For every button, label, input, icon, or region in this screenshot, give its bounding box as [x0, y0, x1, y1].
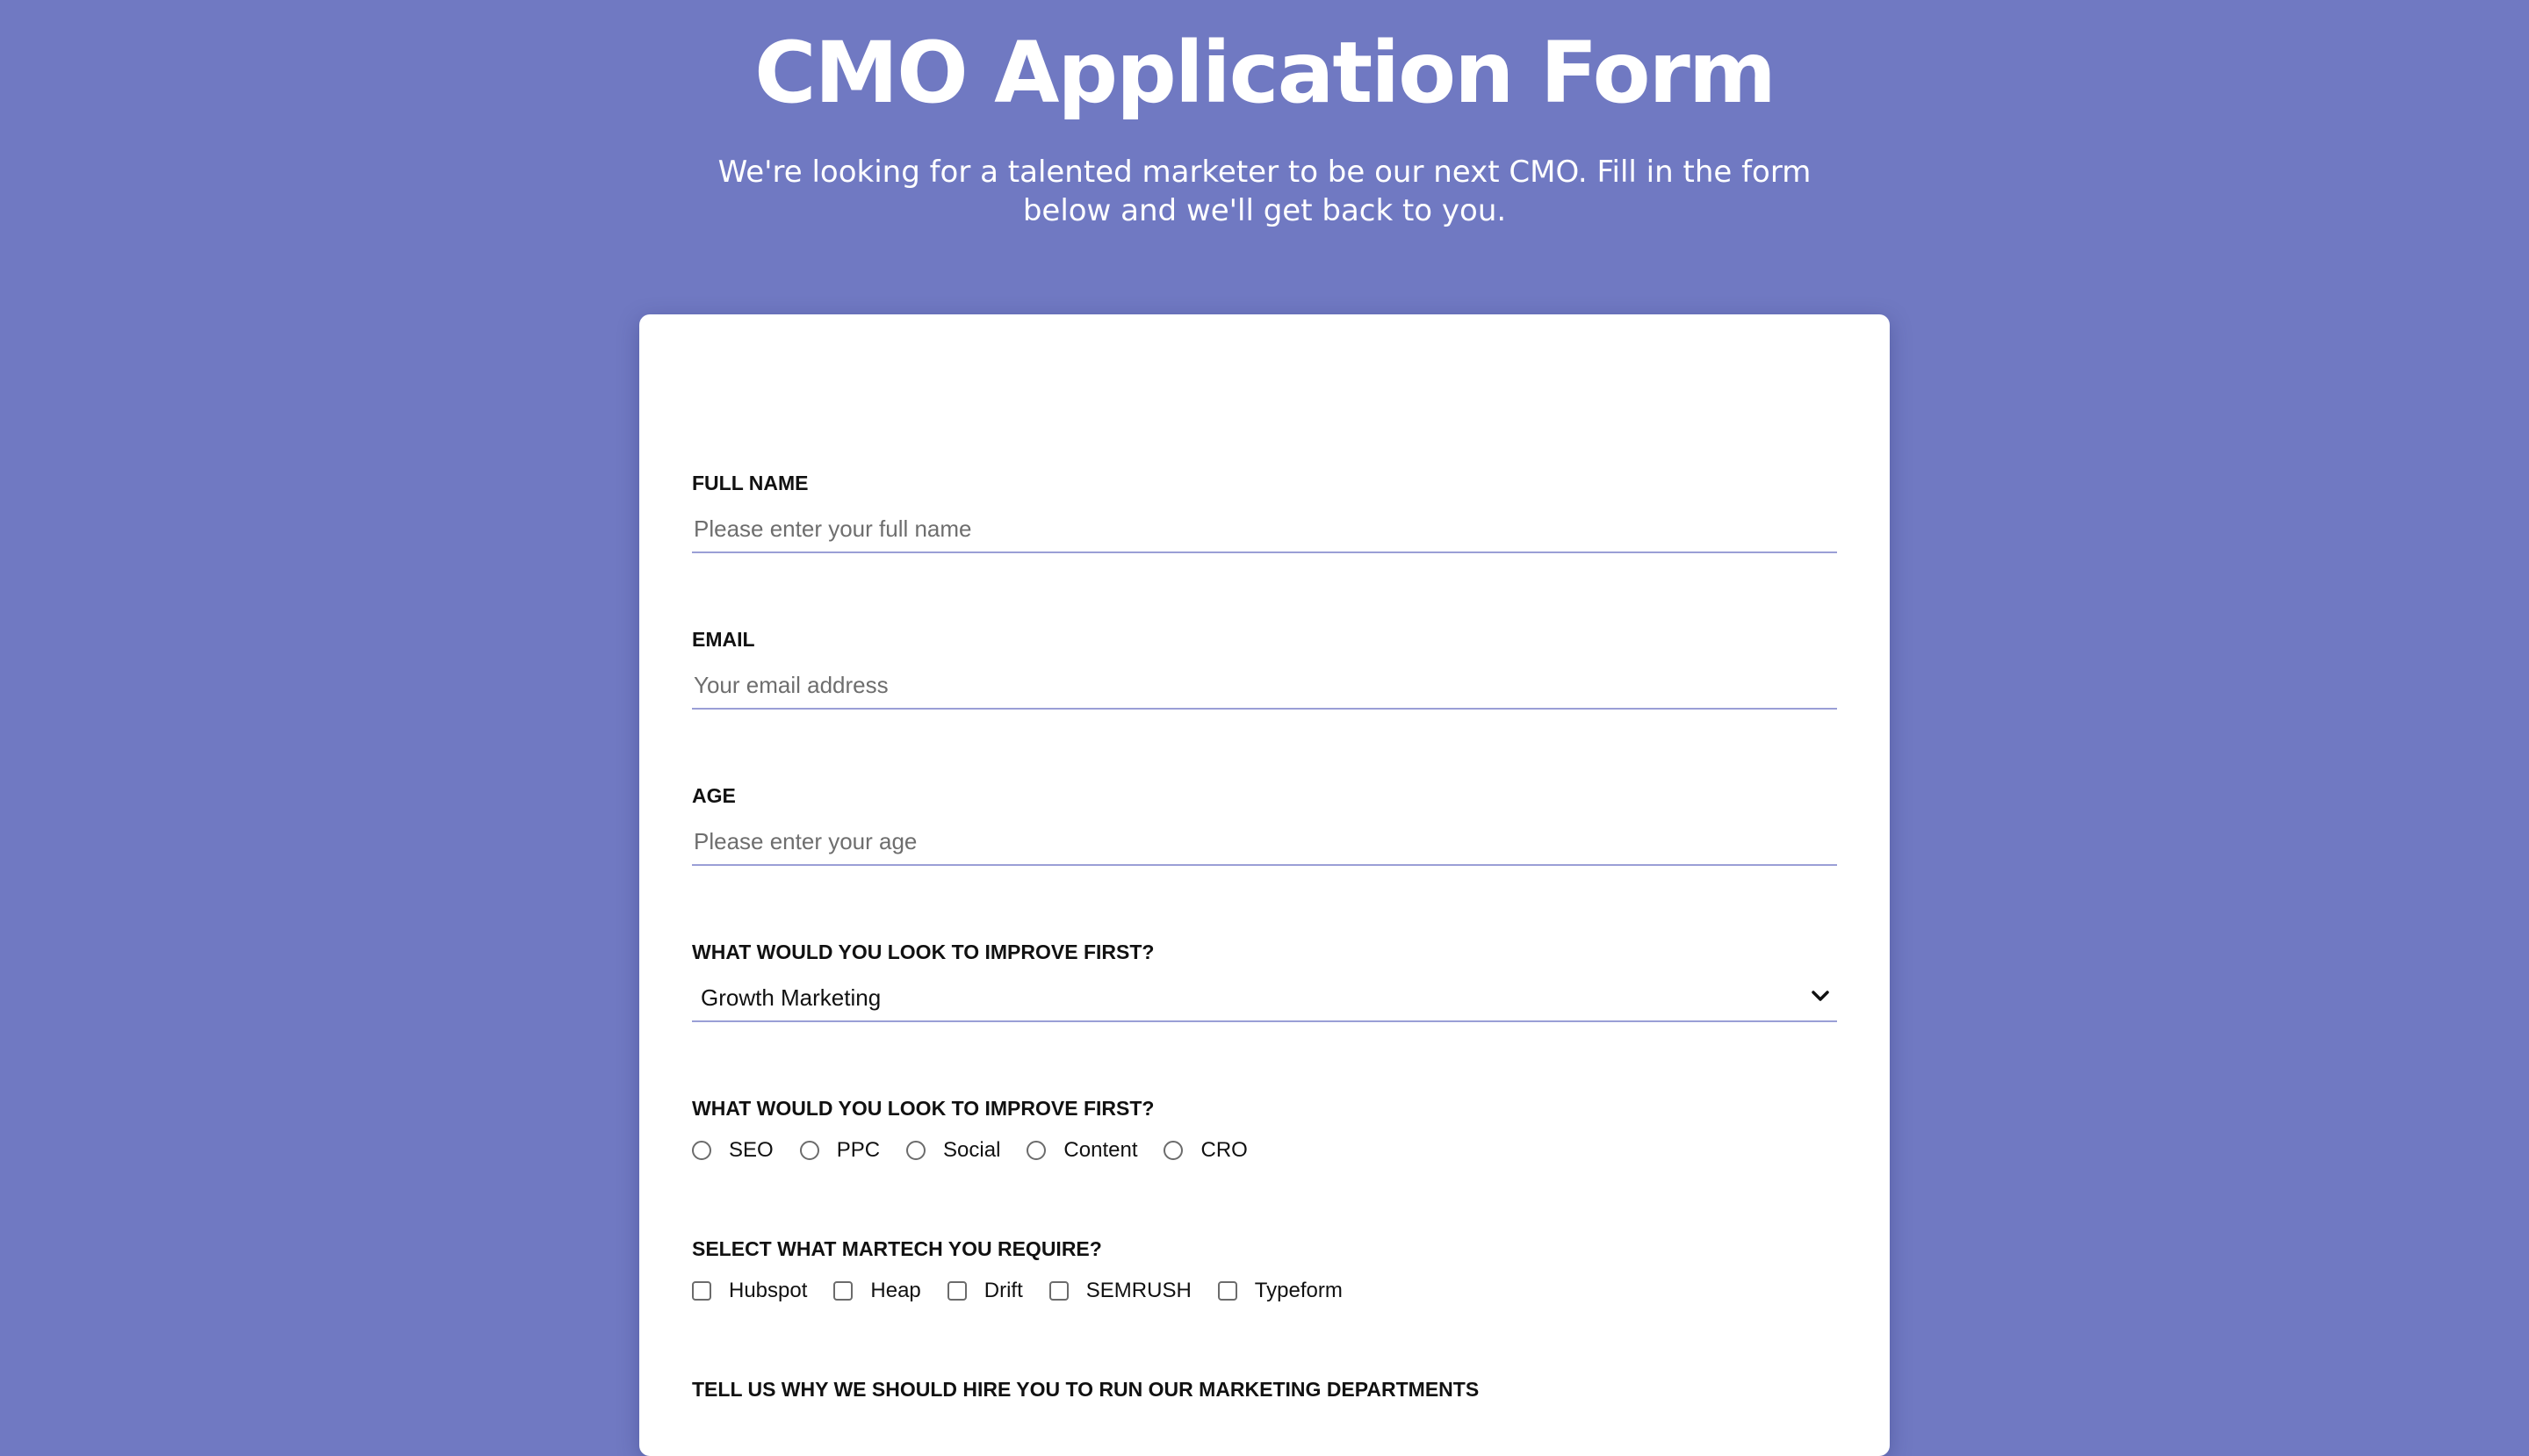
- checkbox-option-hubspot[interactable]: Hubspot: [692, 1279, 807, 1303]
- checkbox-option-label: Drift: [984, 1279, 1023, 1302]
- checkbox[interactable]: [692, 1281, 711, 1301]
- why-hire-label: TELL US WHY WE SHOULD HIRE YOU TO RUN OU…: [692, 1378, 1480, 1401]
- checkbox-option-label: SEMRUSH: [1085, 1279, 1192, 1302]
- page-title: CMO Application Form: [754, 24, 1776, 122]
- radio-button[interactable]: [692, 1141, 711, 1160]
- martech-checkbox-group: Hubspot Heap Drift SEMRUSH Typeform: [692, 1278, 1837, 1304]
- improve-radio-label: WHAT WOULD YOU LOOK TO IMPROVE FIRST?: [692, 1097, 1155, 1120]
- martech-label: SELECT WHAT MARTECH YOU REQUIRE?: [692, 1237, 1102, 1260]
- radio-option-seo[interactable]: SEO: [692, 1138, 774, 1163]
- checkbox[interactable]: [1048, 1281, 1069, 1301]
- application-form-card: FULL NAME EMAIL AGE WHAT WOULD YOU LOOK …: [639, 314, 1890, 1456]
- why-hire-field: TELL US WHY WE SHOULD HIRE YOU TO RUN OU…: [692, 1377, 1837, 1402]
- checkbox-option-typeform[interactable]: Typeform: [1217, 1279, 1343, 1303]
- radio-option-social[interactable]: Social: [906, 1138, 1000, 1163]
- radio-button[interactable]: [799, 1141, 819, 1160]
- improve-radio-group: SEO PPC Social Content CRO: [692, 1137, 1837, 1164]
- improve-select-dropdown[interactable]: Growth Marketing: [692, 975, 1837, 1022]
- radio-option-cro[interactable]: CRO: [1164, 1138, 1248, 1163]
- radio-option-label: SEO: [729, 1138, 774, 1162]
- radio-button[interactable]: [906, 1141, 926, 1160]
- checkbox-option-drift[interactable]: Drift: [947, 1279, 1023, 1303]
- email-input[interactable]: [692, 662, 1837, 710]
- email-field: EMAIL: [692, 627, 1837, 710]
- checkbox[interactable]: [833, 1281, 854, 1301]
- full-name-label: FULL NAME: [692, 472, 809, 494]
- full-name-input[interactable]: [692, 506, 1837, 553]
- improve-radio-field: WHAT WOULD YOU LOOK TO IMPROVE FIRST? SE…: [692, 1096, 1837, 1164]
- checkbox-option-label: Hubspot: [729, 1279, 808, 1302]
- martech-field: SELECT WHAT MARTECH YOU REQUIRE? Hubspot…: [692, 1236, 1837, 1304]
- improve-select-field: WHAT WOULD YOU LOOK TO IMPROVE FIRST? Gr…: [692, 940, 1837, 1022]
- chevron-down-icon: [1812, 991, 1829, 1001]
- checkbox-option-label: Heap: [870, 1279, 921, 1302]
- checkbox[interactable]: [947, 1281, 967, 1301]
- improve-select-value: Growth Marketing: [701, 984, 882, 1011]
- checkbox-option-semrush[interactable]: SEMRUSH: [1048, 1279, 1192, 1303]
- age-field: AGE: [692, 783, 1837, 866]
- radio-option-label: Content: [1063, 1138, 1138, 1162]
- checkbox[interactable]: [1217, 1281, 1237, 1301]
- radio-option-ppc[interactable]: PPC: [799, 1138, 881, 1163]
- full-name-field: FULL NAME: [692, 471, 1837, 553]
- radio-option-content[interactable]: Content: [1027, 1138, 1137, 1163]
- improve-select-label: WHAT WOULD YOU LOOK TO IMPROVE FIRST?: [692, 941, 1155, 963]
- checkbox-option-label: Typeform: [1254, 1279, 1343, 1302]
- email-label: EMAIL: [692, 628, 755, 651]
- radio-option-label: PPC: [836, 1138, 881, 1162]
- page-subtitle: We're looking for a talented marketer to…: [717, 155, 1812, 228]
- radio-option-label: CRO: [1200, 1138, 1248, 1162]
- age-input[interactable]: [692, 818, 1837, 866]
- checkbox-option-heap[interactable]: Heap: [833, 1279, 921, 1303]
- radio-button[interactable]: [1164, 1141, 1184, 1160]
- radio-button[interactable]: [1027, 1141, 1047, 1160]
- radio-option-label: Social: [943, 1138, 1001, 1162]
- age-label: AGE: [692, 784, 736, 807]
